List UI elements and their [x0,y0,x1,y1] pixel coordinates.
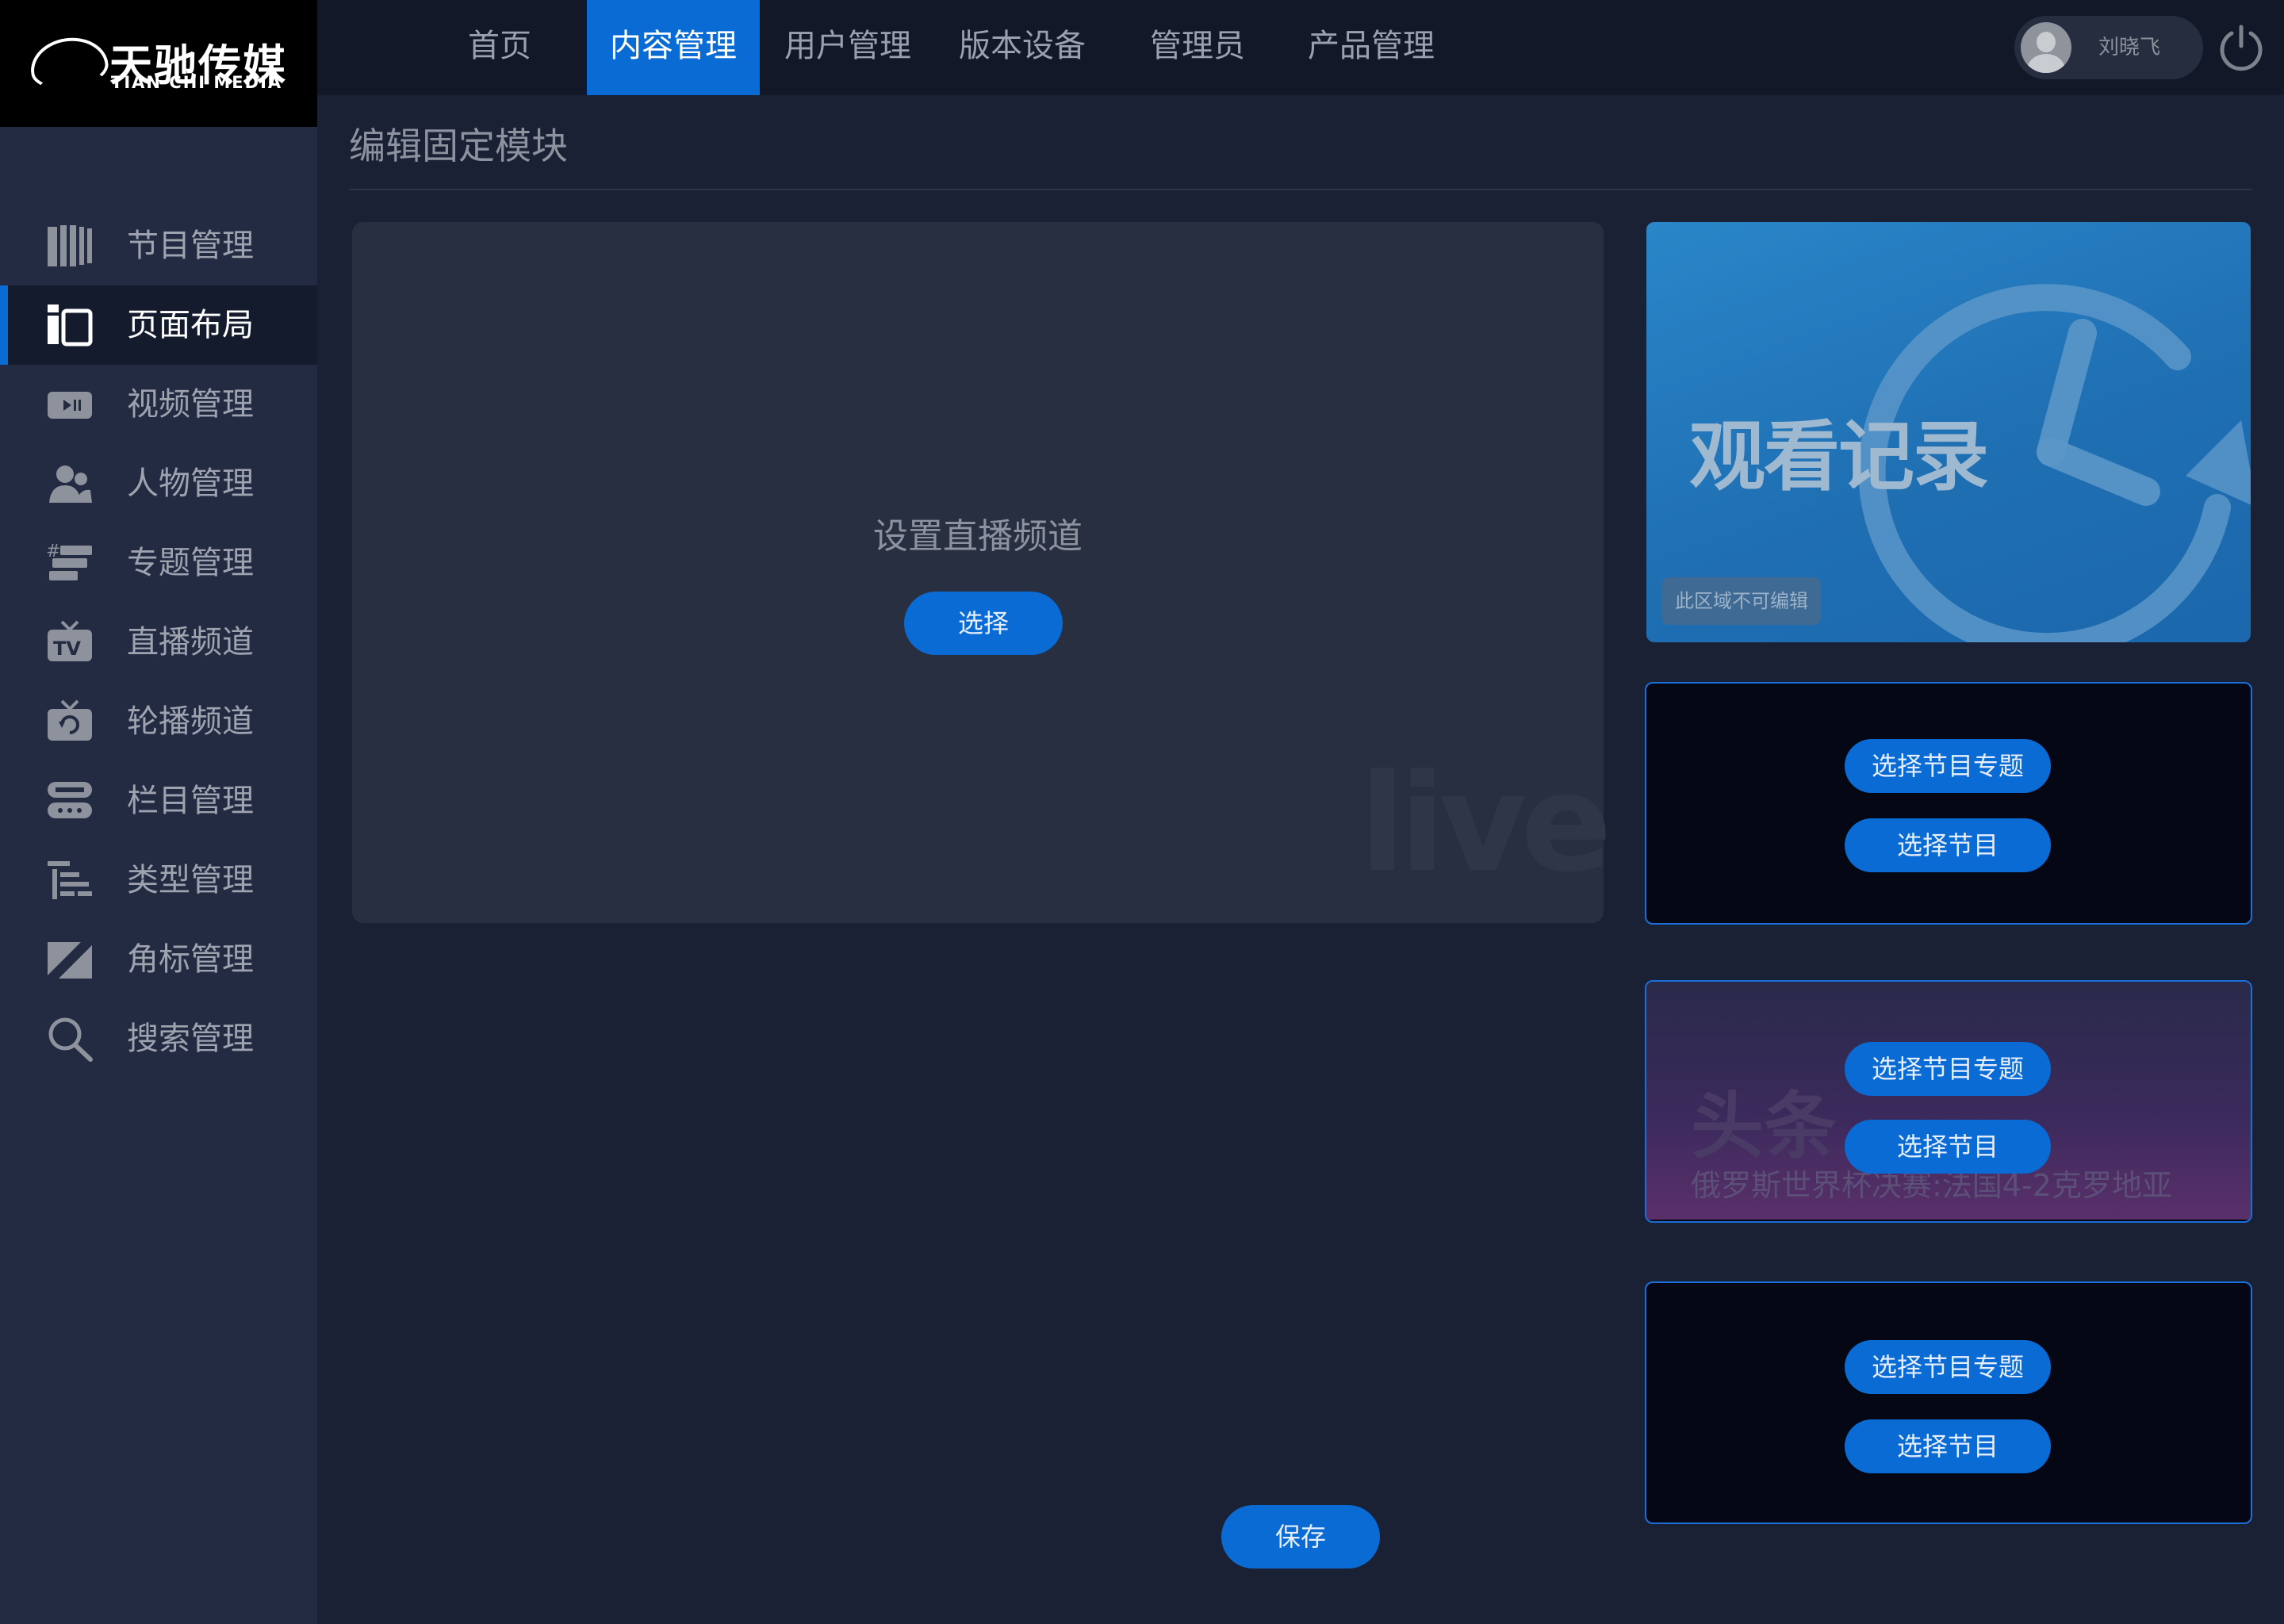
sidebar-item-label: 直播频道 [127,624,254,661]
title-divider [349,189,2252,190]
select-topic-button[interactable]: 选择节目专题 [1845,739,2051,793]
type-list-icon [48,861,92,899]
nav-version-devices[interactable]: 版本设备 [936,0,1109,95]
logo-mark-icon [27,33,111,94]
sidebar-item-topics[interactable]: # 专题管理 [0,523,317,603]
carousel-icon [48,699,92,741]
sidebar-item-live-channels[interactable]: TV 直播频道 [0,603,317,682]
sidebar-item-corner-badges[interactable]: 角标管理 [0,920,317,999]
topic-icon: # [46,542,92,580]
sidebar-item-search[interactable]: 搜索管理 [0,999,317,1078]
save-button[interactable]: 保存 [1221,1505,1380,1568]
sidebar-item-label: 视频管理 [127,386,254,423]
sidebar-item-people[interactable]: 人物管理 [0,444,317,523]
sidebar-item-label: 专题管理 [127,545,254,581]
sidebar-item-carousel-channels[interactable]: 轮播频道 [0,682,317,761]
power-icon[interactable] [2216,22,2267,73]
sidebar-item-types[interactable]: 类型管理 [0,841,317,920]
video-icon [48,392,92,419]
sidebar-item-label: 人物管理 [127,465,254,502]
sidebar-item-label: 角标管理 [127,941,254,978]
sidebar-item-label: 页面布局 [127,307,254,343]
live-channel-title: 设置直播频道 [873,516,1083,557]
sidebar-item-label: 类型管理 [127,862,254,898]
corner-badge-icon [48,942,92,979]
nav-content-management[interactable]: 内容管理 [587,0,760,95]
nav-admins[interactable]: 管理员 [1118,0,1277,95]
layout-icon [48,304,93,347]
not-editable-badge: 此区域不可编辑 [1662,577,1821,625]
avatar [2021,22,2071,73]
books-icon [48,225,92,266]
user-menu[interactable]: 刘晓飞 [2014,16,2203,79]
people-icon [49,465,92,503]
watch-history-module: 观看记录 此区域不可编辑 [1646,222,2251,642]
sidebar-item-label: 栏目管理 [127,783,254,819]
nav-home[interactable]: 首页 [444,0,555,95]
headline-background-title: 头条 [1691,1083,1838,1169]
page-title: 编辑固定模块 [349,124,568,167]
select-program-button[interactable]: 选择节目 [1845,1120,2051,1174]
sidebar-item-label: 节目管理 [127,228,254,264]
sidebar-item-programs[interactable]: 节目管理 [0,206,317,285]
select-topic-button[interactable]: 选择节目专题 [1845,1042,2051,1096]
search-icon [48,1017,93,1062]
fixed-slot-3: 选择节目专题 选择节目 [1645,1281,2252,1524]
column-icon [48,782,92,818]
brand-name-en: TIAN CHI MEDIA [111,73,283,92]
svg-text:TV: TV [53,638,81,660]
fixed-slot-1: 选择节目专题 选择节目 [1645,682,2252,925]
live-watermark: live [1359,745,1612,902]
select-program-button[interactable]: 选择节目 [1845,1419,2051,1473]
select-program-button[interactable]: 选择节目 [1845,818,2051,872]
live-channel-module: 设置直播频道 选择 live [352,222,1612,923]
select-live-channel-button[interactable]: 选择 [904,592,1063,655]
select-topic-button[interactable]: 选择节目专题 [1845,1340,2051,1394]
sidebar-item-label: 搜索管理 [127,1021,254,1057]
fixed-slot-2: 头条 俄罗斯世界杯决赛:法国4-2克罗地亚 选择节目专题 选择节目 [1645,980,2252,1223]
user-name: 刘晓飞 [2098,36,2161,59]
sidebar-item-videos[interactable]: 视频管理 [0,365,317,444]
tv-icon: TV [48,620,92,661]
sidebar-item-columns[interactable]: 栏目管理 [0,761,317,841]
watch-history-title: 观看记录 [1689,412,1989,501]
brand-logo[interactable]: 天驰传媒 TIAN CHI MEDIA [0,0,317,127]
nav-product-management[interactable]: 产品管理 [1285,0,1458,95]
nav-user-management[interactable]: 用户管理 [761,0,934,95]
sidebar-item-label: 轮播频道 [127,703,254,740]
sidebar-item-page-layout[interactable]: 页面布局 [0,285,317,365]
